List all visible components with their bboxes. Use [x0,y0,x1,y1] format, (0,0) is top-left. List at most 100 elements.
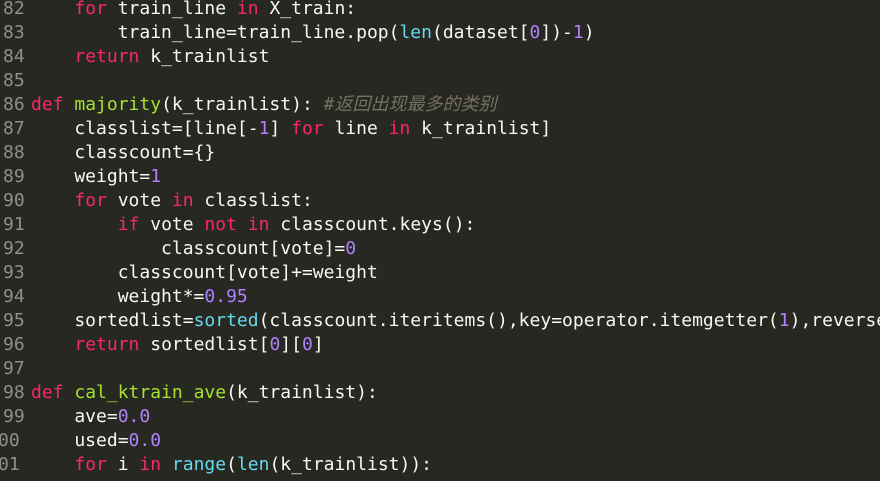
code-token: (classcount.iteritems(),key=operator.ite… [258,310,779,331]
code-token: classcount.keys(): [269,214,476,235]
code-line[interactable]: 92 classcount[vote]=0 [0,237,880,261]
code-text: def majority(k_trainlist): #返回出现最多的类别 [31,93,496,117]
code-token: ),reverse= [789,310,880,331]
code-token: in [236,0,259,19]
code-token: for [74,0,107,19]
code-token: ])- [540,22,573,43]
code-token: classcount[vote]+=weight [31,262,378,283]
code-token: k_trainlist [139,46,270,67]
code-token: X_train: [258,0,357,19]
code-token: (k_trainlist): [226,382,378,403]
code-token: classcount={} [31,142,216,163]
code-token: 1 [572,22,584,43]
code-token: (dataset[ [431,22,530,43]
code-line[interactable]: 90 for vote in classlist: [0,189,880,213]
code-text: classcount={} [31,141,215,165]
code-token: 1 [258,118,270,139]
code-token: for [74,454,107,475]
code-token: len [399,22,432,43]
code-token: cal_ktrain_ave [74,382,227,403]
code-text: for train_line in X_train: [31,0,356,21]
code-token: 1 [778,310,790,331]
code-token: return [74,46,140,67]
line-number: 85 [3,70,25,91]
code-line[interactable]: 83 train_line=train_line.pop(len(dataset… [0,21,880,45]
line-number: 01 [0,454,20,475]
code-token: vote [106,190,172,211]
code-text: for i in range(len(k_trainlist)): [31,453,432,477]
code-text: for vote in classlist: [31,189,313,213]
code-line[interactable]: 84 return k_trainlist [0,45,880,69]
code-token: k_trainlist] [410,118,552,139]
code-token: ave= [31,406,118,427]
code-text: sortedlist=sorted(classcount.iteritems()… [31,309,880,333]
code-text: weight=1 [31,165,161,189]
code-text: return k_trainlist [31,45,269,69]
code-line[interactable]: 87 classlist=[line[-1] for line in k_tra… [0,117,880,141]
code-line[interactable]: 98 def cal_ktrain_ave(k_trainlist): [0,381,880,405]
code-editor[interactable]: 82 for train_line in X_train: 83 train_li… [0,0,880,481]
code-token: sortedlist[ [139,334,270,355]
code-line[interactable]: 85 [0,69,880,93]
code-token: (k_trainlist)): [269,454,433,475]
code-token: for [291,118,324,139]
code-line[interactable]: 82 for train_line in X_train: [0,0,880,21]
code-text: return sortedlist[0][0] [31,333,324,357]
code-line[interactable]: 88 classcount={} [0,141,880,165]
code-token: ] [312,334,324,355]
code-text: used=0.0 [31,429,161,453]
code-token: 0.0 [117,406,151,427]
code-line[interactable]: 91 if vote not in classcount.keys(): [0,213,880,237]
code-token: ] [269,118,292,139]
code-token: for [74,190,107,211]
code-line[interactable]: 01 for i in range(len(k_trainlist)): [0,453,880,477]
code-line[interactable]: 89 weight=1 [0,165,880,189]
code-text: classcount[vote]+=weight [31,261,378,285]
code-token: sortedlist= [31,310,194,331]
code-text: if vote not in classcount.keys(): [31,213,476,237]
code-line[interactable]: 99 ave=0.0 [0,405,880,429]
code-token: def [31,94,64,115]
code-token: 0 [301,334,313,355]
code-line[interactable]: 94 weight*=0.95 [0,285,880,309]
code-token: if [117,214,140,235]
code-line[interactable]: 95 sortedlist=sorted(classcount.iteritem… [0,309,880,333]
code-token: ][ [280,334,302,355]
code-token: 0 [269,334,281,355]
code-token: not [204,214,237,235]
code-token: train_line=train_line.pop( [31,22,400,43]
code-token: weight= [31,166,151,187]
code-text: classcount[vote]=0 [31,237,356,261]
code-token: 1 [150,166,162,187]
code-text: classlist=[line[-1] for line in k_trainl… [31,117,551,141]
code-text: weight*=0.95 [31,285,248,309]
code-token: majority [74,94,162,115]
line-number: 00 [0,430,20,451]
code-line[interactable]: 00 used=0.0 [0,429,880,453]
code-token: in [247,214,270,235]
code-token: classlist: [193,190,313,211]
code-token: classcount[vote]= [31,238,346,259]
code-line[interactable]: 97 [0,357,880,381]
code-token: classlist=[line[- [31,118,259,139]
code-line[interactable]: 86 def majority(k_trainlist): #返回出现最多的类别 [0,93,880,117]
code-token: weight*= [31,286,205,307]
line-number: 97 [3,358,25,379]
code-token: return [74,334,140,355]
code-token: def [31,382,64,403]
code-token: sorted [193,310,259,331]
code-line[interactable]: 96 return sortedlist[0][0] [0,333,880,357]
code-line[interactable]: 93 classcount[vote]+=weight [0,261,880,285]
code-token: range [171,454,227,475]
code-token: train_line [106,0,237,19]
code-token: 0.95 [204,286,248,307]
code-token: ( [226,454,237,475]
